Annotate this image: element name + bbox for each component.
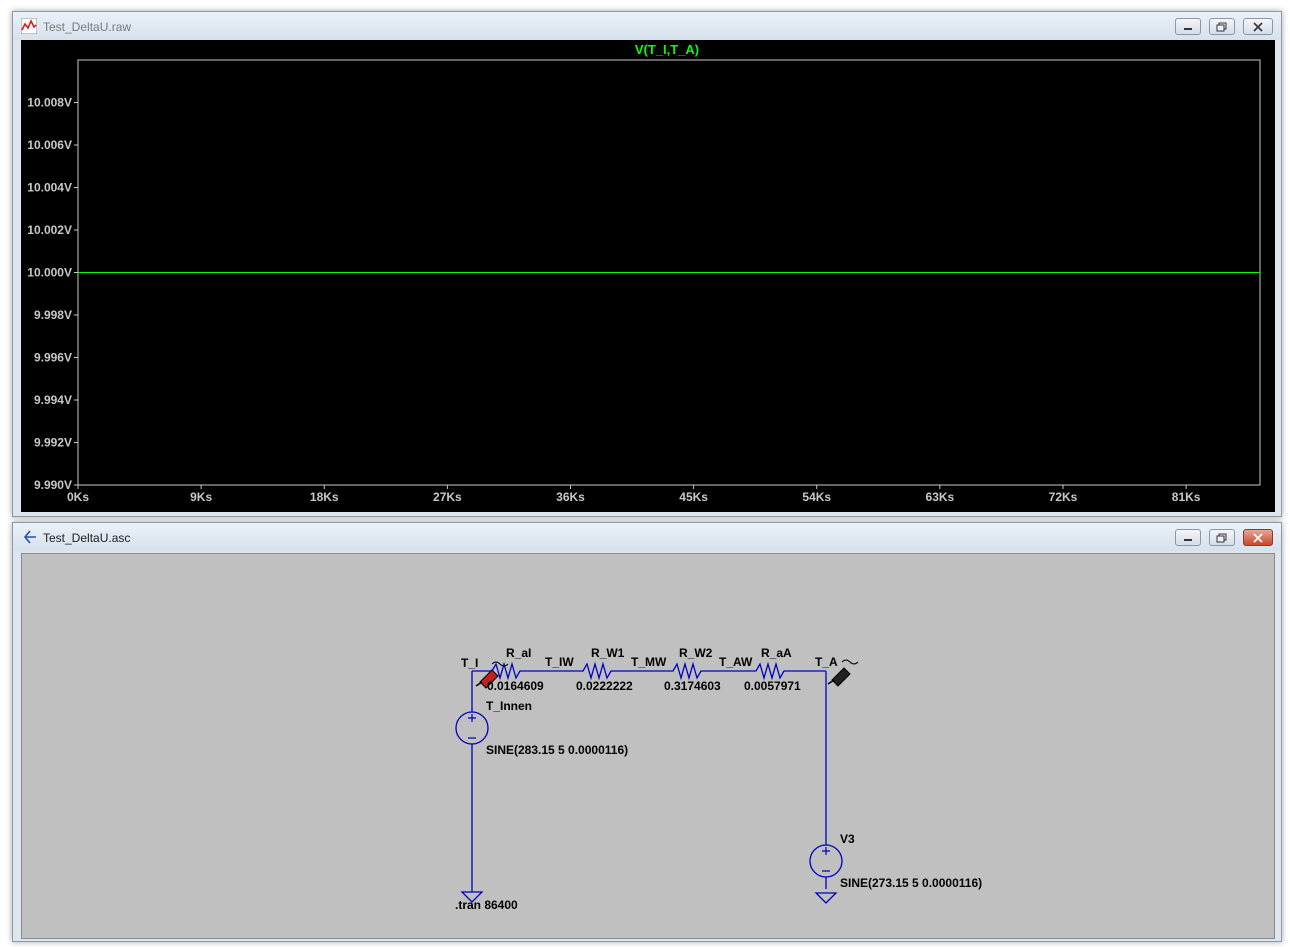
x-tick-label: 9Ks xyxy=(190,490,212,504)
waveform-window[interactable]: Test_DeltaU.raw V(T_I,T_A) 10.008V 10.006… xyxy=(12,11,1282,517)
net-label-t-mw[interactable]: T_MW xyxy=(631,655,667,669)
minimize-button[interactable] xyxy=(1175,529,1201,546)
schematic-window[interactable]: Test_DeltaU.asc T_I R_aI T_IW R_W1 T_MW … xyxy=(12,522,1282,942)
y-tick-label: 9.992V xyxy=(34,436,72,450)
x-tick-label: 81Ks xyxy=(1172,490,1201,504)
schematic-titlebar[interactable]: Test_DeltaU.asc xyxy=(13,523,1281,551)
resistor-name-r-w1[interactable]: R_W1 xyxy=(591,646,625,660)
close-icon xyxy=(1253,21,1263,32)
resistor-name-r-w2[interactable]: R_W2 xyxy=(679,646,713,660)
y-tick-label: 10.008V xyxy=(27,96,72,110)
x-tick-label: 54Ks xyxy=(802,490,831,504)
waveform-titlebar[interactable]: Test_DeltaU.raw xyxy=(13,12,1281,40)
source-value-v3[interactable]: SINE(273.15 5 0.0000116) xyxy=(840,876,982,890)
schematic-window-title: Test_DeltaU.asc xyxy=(43,531,131,545)
resistor-value-r-w1[interactable]: 0.0222222 xyxy=(576,679,633,693)
y-tick-label: 10.002V xyxy=(27,223,72,237)
resistor-name-r-aa[interactable]: R_aA xyxy=(761,646,792,660)
waveform-app-icon xyxy=(21,18,37,34)
net-label-t-aw[interactable]: T_AW xyxy=(719,655,753,669)
y-tick-label: 10.000V xyxy=(27,266,72,280)
x-axis: 0Ks 9Ks 18Ks 27Ks 36Ks 45Ks 54Ks 63Ks 72Ks 81Ks xyxy=(67,485,1201,504)
net-label-t-iw[interactable]: T_IW xyxy=(545,655,574,669)
x-tick-label: 0Ks xyxy=(67,490,89,504)
x-tick-label: 45Ks xyxy=(679,490,708,504)
resistor-value-r-w2[interactable]: 0.3174603 xyxy=(664,679,721,693)
x-tick-label: 18Ks xyxy=(310,490,339,504)
polarity-icon xyxy=(822,847,830,872)
schematic-drawing[interactable]: T_I R_aI T_IW R_W1 T_MW R_W2 T_AW R_aA T… xyxy=(22,554,1274,938)
minimize-icon xyxy=(1184,27,1192,30)
x-tick-label: 63Ks xyxy=(926,490,955,504)
y-tick-label: 10.006V xyxy=(27,138,72,152)
ground-icon xyxy=(814,892,838,904)
y-tick-label: 10.004V xyxy=(27,181,72,195)
plot-pane[interactable]: V(T_I,T_A) 10.008V 10.006V 10.004V 10.002V 1… xyxy=(21,40,1275,512)
restore-button[interactable] xyxy=(1209,529,1235,546)
x-tick-label: 36Ks xyxy=(556,490,585,504)
schematic-app-icon xyxy=(23,530,36,544)
resistor-value-r-ai[interactable]: 0.0164609 xyxy=(487,679,544,693)
resistor-value-r-aa[interactable]: 0.0057971 xyxy=(744,679,801,693)
source-name-t-innen[interactable]: T_Innen xyxy=(486,699,532,713)
y-tick-label: 9.998V xyxy=(34,308,72,322)
waveform-window-title: Test_DeltaU.raw xyxy=(43,20,132,34)
trace-label[interactable]: V(T_I,T_A) xyxy=(635,42,699,57)
polarity-icon xyxy=(468,714,476,739)
waveform-plot[interactable]: V(T_I,T_A) 10.008V10.006V10.004V10.002V1… xyxy=(21,40,1275,512)
y-tick-label: 9.994V xyxy=(34,393,72,407)
minimize-icon xyxy=(1184,538,1192,541)
source-name-v3[interactable]: V3 xyxy=(840,832,855,846)
resistor-name-r-ai[interactable]: R_aI xyxy=(506,646,531,660)
x-tick-label: 27Ks xyxy=(433,490,462,504)
net-label-t-a[interactable]: T_A xyxy=(815,655,838,669)
x-tick-label: 72Ks xyxy=(1049,490,1078,504)
close-icon xyxy=(1253,532,1263,543)
close-button[interactable] xyxy=(1243,18,1273,35)
y-axis: 10.008V 10.006V 10.004V 10.002V 10.000V 9.998… xyxy=(27,96,78,492)
restore-button[interactable] xyxy=(1209,18,1235,35)
restore-icon xyxy=(1216,22,1227,31)
minimize-button[interactable] xyxy=(1175,18,1201,35)
source-value-t-innen[interactable]: SINE(283.15 5 0.0000116) xyxy=(486,743,628,757)
simulation-directive[interactable]: .tran 86400 xyxy=(455,898,518,912)
schematic-canvas[interactable]: T_I R_aI T_IW R_W1 T_MW R_W2 T_AW R_aA T… xyxy=(21,553,1275,939)
y-tick-label: 9.996V xyxy=(34,351,72,365)
restore-icon xyxy=(1216,533,1227,542)
close-button[interactable] xyxy=(1243,529,1273,546)
net-label-t-i[interactable]: T_I xyxy=(461,656,478,670)
